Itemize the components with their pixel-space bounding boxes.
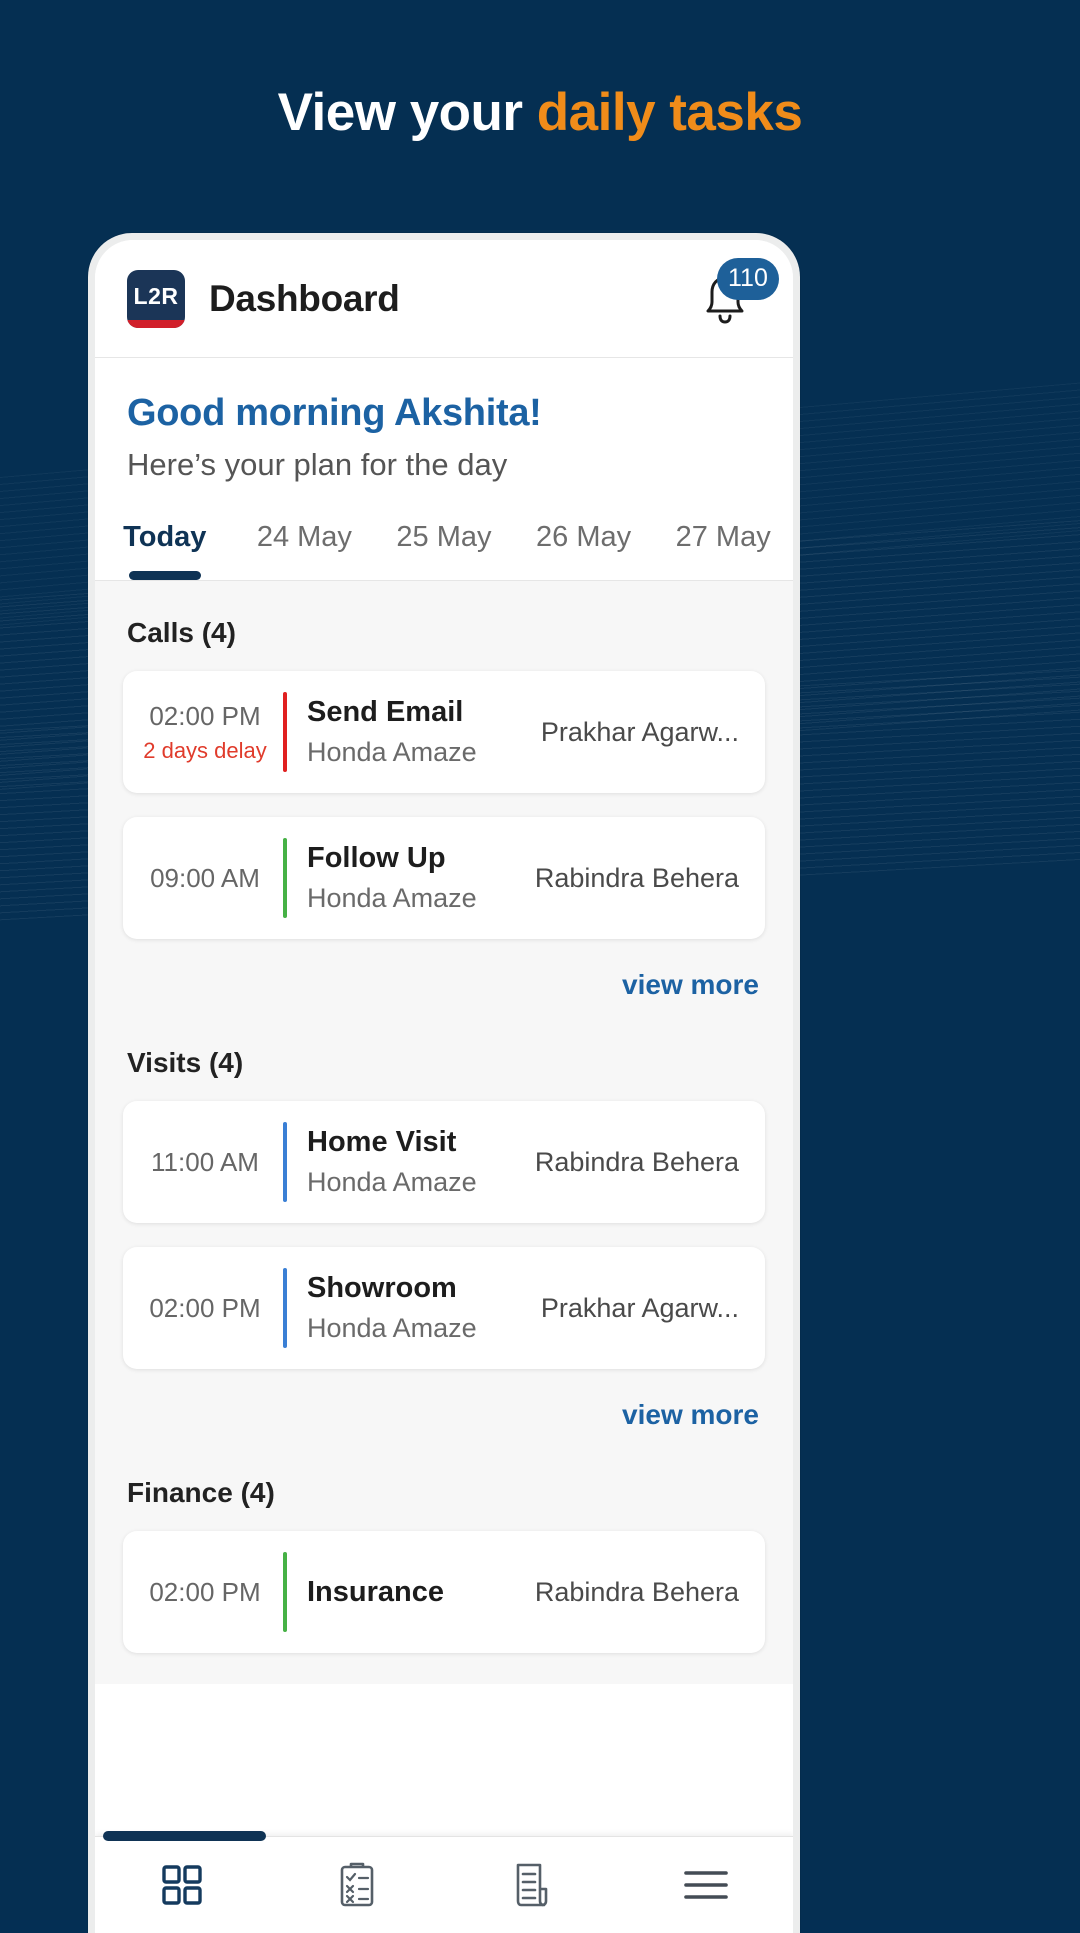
task-status-accent-bar xyxy=(283,1268,287,1348)
task-customer-name: Rabindra Behera xyxy=(534,1146,739,1177)
task-subtitle: Honda Amaze xyxy=(307,1167,477,1197)
task-time-column: 02:00 PM 2 days delay xyxy=(127,701,283,764)
task-main: Send Email Honda Amaze xyxy=(307,696,541,768)
nav-item-dashboard[interactable] xyxy=(95,1837,270,1933)
task-status-accent-bar xyxy=(283,1552,287,1632)
task-customer-name: Rabindra Behera xyxy=(534,1576,739,1607)
app-bar: L2R Dashboard 110 xyxy=(95,240,793,358)
task-status-accent-bar xyxy=(283,838,287,918)
task-delay-badge: 2 days delay xyxy=(143,737,267,763)
task-status-accent-bar xyxy=(283,1122,287,1202)
view-more-link[interactable]: view more xyxy=(123,963,765,1011)
task-subtitle: Honda Amaze xyxy=(307,737,477,767)
task-main: Home Visit Honda Amaze xyxy=(307,1126,535,1198)
task-name: Showroom xyxy=(307,1272,457,1304)
document-icon xyxy=(516,1863,548,1907)
task-subtitle: Honda Amaze xyxy=(307,883,477,913)
task-main: Follow Up Honda Amaze xyxy=(307,842,535,914)
l2r-logo-label: L2R xyxy=(133,282,179,309)
phone-mockup-frame: L2R Dashboard 110 Good morning Akshita! … xyxy=(88,233,800,1933)
date-tab-27-may[interactable]: 27 May xyxy=(653,521,793,580)
date-tab-today[interactable]: Today xyxy=(95,521,235,580)
nav-item-reports[interactable] xyxy=(444,1837,619,1933)
l2r-logo-icon: L2R xyxy=(127,269,185,328)
section-title: Visits (4) xyxy=(127,1047,244,1078)
greeting-block: Good morning Akshita! Here’s your plan f… xyxy=(95,358,793,483)
greeting-title: Good morning Akshita! xyxy=(127,392,542,434)
grid-icon xyxy=(162,1865,202,1905)
page-title: Dashboard xyxy=(209,277,400,319)
task-main: Showroom Honda Amaze xyxy=(307,1272,541,1344)
task-time: 09:00 AM xyxy=(150,862,260,893)
task-time: 02:00 PM xyxy=(149,700,261,731)
date-tab-25-may[interactable]: 25 May xyxy=(374,521,514,580)
date-tab-24-may[interactable]: 24 May xyxy=(235,521,375,580)
nav-item-menu[interactable] xyxy=(619,1837,794,1933)
section-title: Finance (4) xyxy=(127,1477,275,1508)
task-time-column: 02:00 PM xyxy=(127,1577,283,1608)
notifications-button[interactable]: 110 xyxy=(687,257,779,337)
task-list-scroll-area[interactable]: Calls (4) 02:00 PM 2 days delay Send Email H… xyxy=(95,581,793,1684)
task-customer-name: Prakhar Agarw... xyxy=(540,716,739,747)
task-card[interactable]: 11:00 AM Home Visit Honda Amaze Rabindra Be… xyxy=(123,1101,765,1223)
task-time-column: 02:00 PM xyxy=(127,1293,283,1324)
date-tab-bar: Today 24 May 25 May 26 May 27 May xyxy=(95,483,793,581)
task-time-column: 11:00 AM xyxy=(127,1147,283,1178)
task-section: Visits (4) 11:00 AM Home Visit Honda Amaze R… xyxy=(95,1011,793,1441)
task-card[interactable]: 02:00 PM Insurance Rabindra Behera xyxy=(123,1531,765,1653)
task-name: Insurance xyxy=(307,1575,444,1608)
logo-red-bar xyxy=(127,319,185,328)
date-tab-26-may[interactable]: 26 May xyxy=(514,521,654,580)
task-card[interactable]: 09:00 AM Follow Up Honda Amaze Rabindra Beh… xyxy=(123,817,765,939)
bottom-navigation-bar xyxy=(95,1836,793,1933)
task-time-column: 09:00 AM xyxy=(127,863,283,894)
phone-screen: L2R Dashboard 110 Good morning Akshita! … xyxy=(95,240,793,1933)
menu-icon xyxy=(683,1871,728,1899)
greeting-subtitle: Here’s your plan for the day xyxy=(127,447,508,482)
checklist-icon xyxy=(340,1862,374,1907)
task-card[interactable]: 02:00 PM Showroom Honda Amaze Prakhar Agarw… xyxy=(123,1247,765,1369)
promo-headline: View your daily tasks xyxy=(0,82,1080,143)
nav-item-tasks[interactable] xyxy=(270,1837,445,1933)
task-name: Send Email xyxy=(307,696,464,728)
task-time: 11:00 AM xyxy=(151,1146,259,1177)
view-more-link[interactable]: view more xyxy=(123,1393,765,1441)
section-title: Calls (4) xyxy=(127,617,236,648)
task-main: Insurance xyxy=(307,1576,535,1609)
task-time: 02:00 PM xyxy=(149,1292,261,1323)
task-section: Calls (4) 02:00 PM 2 days delay Send Email H… xyxy=(95,581,793,1011)
task-customer-name: Prakhar Agarw... xyxy=(540,1292,739,1323)
task-subtitle: Honda Amaze xyxy=(307,1313,477,1343)
task-status-accent-bar xyxy=(283,692,287,772)
task-name: Home Visit xyxy=(307,1126,457,1158)
promo-headline-accent: daily tasks xyxy=(536,83,803,142)
task-section: Finance (4) 02:00 PM Insurance Rabindra Beh… xyxy=(95,1441,793,1653)
home-indicator xyxy=(103,1831,266,1841)
promo-headline-plain: View your xyxy=(277,83,537,142)
task-card[interactable]: 02:00 PM 2 days delay Send Email Honda Amaz… xyxy=(123,671,765,793)
task-time: 02:00 PM xyxy=(149,1576,261,1607)
notification-badge: 110 xyxy=(717,257,779,300)
task-name: Follow Up xyxy=(307,842,446,874)
task-customer-name: Rabindra Behera xyxy=(534,862,739,893)
